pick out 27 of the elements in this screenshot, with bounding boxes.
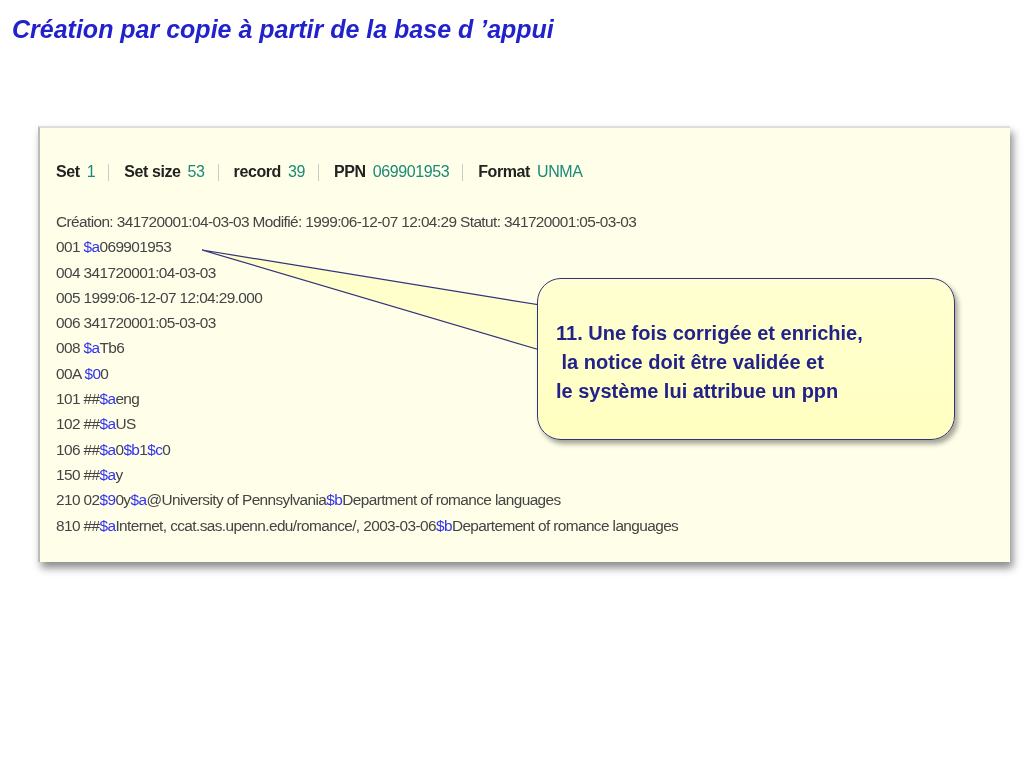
callout-text: 11. Une fois corrigée et enrichie,	[556, 321, 864, 346]
header-label: PPN	[334, 163, 366, 181]
record-line: 106 ##$a0$b1$c0	[56, 439, 171, 460]
record-line: 210 02$90y$a@University of Pennsylvania$bDepartment of romance languages	[56, 490, 561, 511]
record-line: Création: 341720001:04-03-03 Modifié: 1999:06-12-07 12:04:29 Statut: 341720001:05-03-03	[56, 212, 637, 232]
record-line: 008 $aTb6	[56, 338, 125, 359]
record-line: 001 $a069901953	[56, 237, 172, 258]
header-value: UNMA	[537, 163, 583, 181]
record-line: 004 341720001:04-03-03	[56, 262, 216, 283]
record-line: 102 ##$aUS	[56, 414, 136, 435]
callout-text: la notice doit être validée et	[560, 350, 825, 375]
header-label: record	[233, 163, 281, 181]
record-line: 150 ##$ay	[56, 464, 123, 485]
header-label: Format	[478, 163, 531, 181]
record-line: 005 1999:06-12-07 12:04:29.000	[56, 287, 263, 308]
record-line: 810 ##$aInternet, ccat.sas.upenn.edu/romance/, 2003-03-06$bDepartement of romance languages	[56, 515, 679, 536]
header-label: Set	[56, 163, 80, 181]
header-value: 39	[288, 163, 305, 181]
record-line: 101 ##$aeng	[56, 389, 140, 410]
callout-text: le système lui attribue un ppn	[556, 379, 840, 404]
record-line: 00A $00	[56, 363, 109, 384]
header-value: 069901953	[372, 163, 450, 181]
header-value: 1	[86, 163, 96, 181]
slide-title: Création par copie à partir de la base d ’appui	[11, 14, 555, 44]
record-line: 006 341720001:05-03-03	[56, 313, 216, 334]
header-label: Set size	[124, 163, 181, 181]
header-value: 53	[187, 163, 205, 181]
